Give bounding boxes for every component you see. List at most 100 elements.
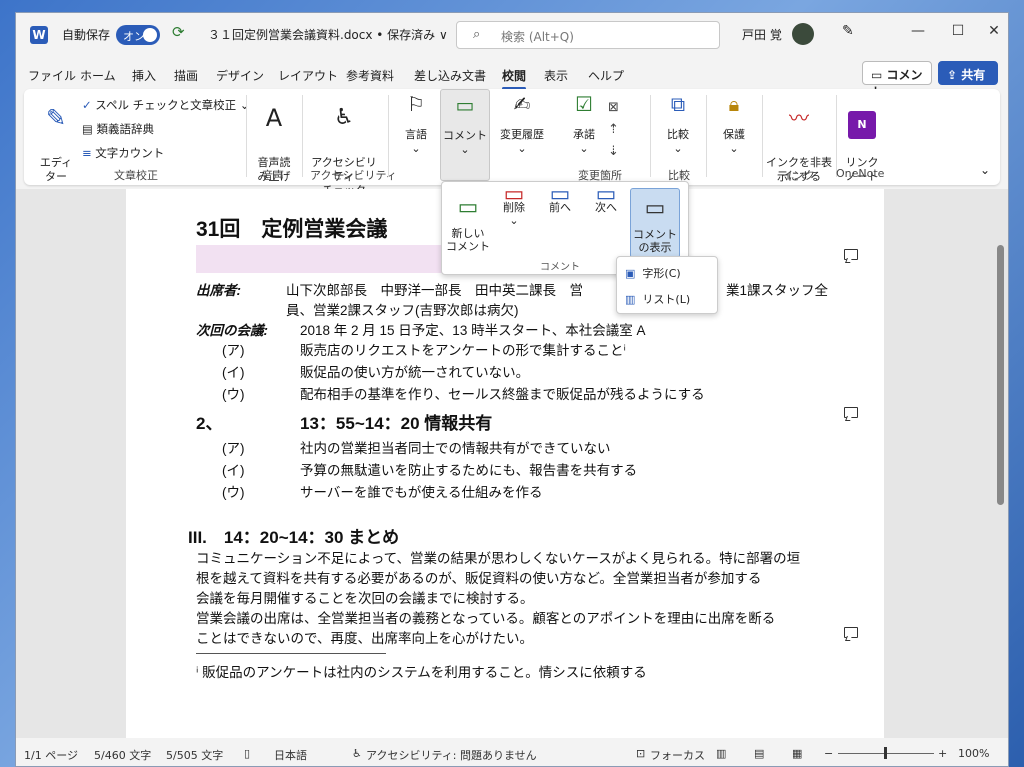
chevron-down-icon: ⌄: [239, 98, 250, 112]
zoom-in-icon[interactable]: +: [938, 747, 947, 760]
delete-comment-icon: ▭: [503, 182, 525, 207]
zoom-slider-thumb[interactable]: [884, 747, 887, 759]
comment-icon: ▭: [455, 93, 475, 117]
track-changes-button[interactable]: ✍ 変更履歴 ⌄: [496, 94, 548, 156]
document-title[interactable]: ３１回定例営業会議資料.docx • 保存済み ∨: [208, 26, 448, 43]
zoom-out-icon[interactable]: −: [824, 747, 833, 760]
read-mode-icon[interactable]: ▥: [716, 747, 726, 760]
language-button[interactable]: ⚐ 言語 ⌄: [396, 94, 436, 156]
tab-file[interactable]: ファイル: [28, 67, 76, 84]
attendees-line2: 員、営業2課スタッフ(吉野次郎は病欠): [286, 303, 519, 318]
list-option[interactable]: ▥ リスト(L): [625, 291, 690, 307]
comments-button[interactable]: ▭ コメント: [862, 61, 932, 99]
new-comment-label: 新しい コメント: [446, 227, 490, 253]
onenote-icon: N: [848, 111, 876, 139]
comment-highlight: [196, 245, 456, 273]
comment-marker-icon[interactable]: [844, 627, 858, 638]
previous-comment-button[interactable]: ▭ 前へ: [538, 182, 582, 215]
next-meeting-label: 次回の会議:: [196, 323, 268, 338]
zoom-level[interactable]: 100%: [958, 747, 989, 760]
word-count-button[interactable]: ≡ 文字カウント: [82, 145, 164, 161]
separator: [650, 95, 651, 177]
tab-references[interactable]: 参考資料: [346, 67, 394, 84]
list-marker: (イ): [222, 365, 245, 380]
new-comment-icon: ▭: [457, 195, 479, 220]
search-placeholder: 検索 (Alt+Q): [501, 30, 574, 44]
ribbon-collapse-icon[interactable]: ⌄: [980, 163, 990, 177]
search-box[interactable]: ⌕ 検索 (Alt+Q): [456, 21, 720, 49]
list-label: リスト(L): [642, 293, 691, 306]
accessibility-status[interactable]: アクセシビリティ: 問題ありません: [366, 747, 537, 763]
page-count[interactable]: 1/1 ページ: [24, 747, 78, 763]
thesaurus-label: 類義語辞典: [96, 122, 155, 136]
comment-marker-icon[interactable]: [844, 249, 858, 260]
list-marker: (ウ): [222, 485, 245, 500]
scrollbar-thumb[interactable]: [997, 245, 1004, 505]
autosave-toggle[interactable]: オン: [116, 25, 160, 45]
delete-comment-button[interactable]: ▭ 削除 ⌄: [492, 182, 536, 228]
word-count-1[interactable]: 5/460 文字: [94, 747, 151, 763]
menu-bar: ファイル ホーム 挿入 描画 デザイン レイアウト 参考資料 差し込み文書 校閲…: [16, 61, 1008, 90]
language-status[interactable]: 日本語: [274, 747, 307, 763]
paragraph-line: 会議を毎月開催することを次回の会議までに検討する。: [196, 591, 534, 606]
share-button[interactable]: ⇪ 共有: [938, 61, 998, 85]
web-layout-icon[interactable]: ▦: [792, 747, 802, 760]
contextual-option[interactable]: ▣ 字形(C): [625, 265, 681, 281]
list-item: 予算の無駄遣いを防止するためにも、報告書を共有する: [300, 463, 638, 478]
word-count-2[interactable]: 5/505 文字: [166, 747, 223, 763]
comment-button[interactable]: ▭ コメント ⌄: [440, 89, 490, 181]
maximize-icon[interactable]: ☐: [938, 23, 978, 47]
next-comment-button[interactable]: ▭ 次へ: [584, 184, 628, 215]
tab-view[interactable]: 表示: [544, 67, 568, 84]
new-comment-button[interactable]: ▭ 新しい コメント: [446, 188, 490, 254]
delete-comment-label: 削除: [503, 201, 525, 214]
chevron-down-icon: ⌄: [673, 142, 683, 155]
tab-design[interactable]: デザイン: [216, 67, 264, 84]
designer-icon[interactable]: ✎: [842, 23, 854, 39]
group-onenote-label: OneNote: [836, 167, 885, 180]
print-layout-icon[interactable]: ▤: [754, 747, 764, 760]
ink-icon: 〰: [789, 106, 809, 130]
show-comments-button[interactable]: ▭ コメント の表示: [630, 188, 680, 258]
spell-check-button[interactable]: ✓ スペル チェックと文章校正 ⌄: [82, 97, 249, 113]
autosave-state: オン: [123, 30, 145, 43]
accessibility-status-icon: ♿: [352, 747, 362, 760]
user-name[interactable]: 戸田 覚: [742, 26, 782, 43]
thesaurus-button[interactable]: ▤ 類義語辞典: [82, 121, 154, 137]
lock-icon: 🔒︎: [728, 92, 740, 116]
save-icon[interactable]: ⟳: [172, 23, 185, 41]
minimize-icon[interactable]: —: [898, 23, 938, 47]
tab-draw[interactable]: 描画: [174, 67, 198, 84]
proofing-icon[interactable]: ▯: [244, 747, 250, 760]
tab-review[interactable]: 校閲: [502, 67, 527, 90]
vertical-scrollbar[interactable]: [994, 189, 1006, 738]
avatar[interactable]: [792, 23, 814, 45]
chevron-down-icon: ⌄: [411, 142, 421, 155]
editor-label: エディ ター: [39, 156, 73, 183]
accept-button[interactable]: ☑ 承諾 ⌄: [564, 94, 604, 156]
tab-home[interactable]: ホーム: [80, 67, 116, 84]
paragraph-line: ことはできないので、再度、出席率向上を心がけたい。: [196, 631, 533, 646]
spell-label: スペル チェックと文章校正: [95, 98, 237, 112]
editor-button[interactable]: ✎ エディ ター: [34, 97, 78, 184]
list-item: サーバーを誰でもが使える仕組みを作る: [300, 485, 543, 500]
compare-button[interactable]: ⧉ 比較 ⌄: [656, 94, 700, 156]
word-window: W 自動保存 オン ⟳ ３１回定例営業会議資料.docx • 保存済み ∨ ⌕ …: [15, 12, 1009, 767]
tab-insert[interactable]: 挿入: [132, 67, 156, 84]
separator: [388, 95, 389, 177]
protect-button[interactable]: 🔒︎ 保護 ⌄: [712, 92, 756, 156]
tab-layout[interactable]: レイアウト: [278, 67, 338, 84]
section3-title: III. 14：20~14：30 まとめ: [188, 528, 400, 547]
previous-comment-label: 前へ: [549, 201, 571, 214]
accept-label: 承諾: [573, 128, 595, 141]
comments-button-icon: ▭: [871, 68, 887, 82]
paragraph-line: 営業会議の出席は、全営業担当者の義務となっている。顧客とのアポイントを理由に出席…: [196, 611, 776, 626]
close-icon[interactable]: ✕: [974, 23, 1008, 47]
previous-comment-icon: ▭: [549, 182, 571, 207]
group-accessibility-label: アクセシビリティ: [310, 169, 397, 182]
focus-mode[interactable]: フォーカス: [650, 747, 705, 763]
comment-marker-icon[interactable]: [844, 407, 858, 418]
change-nav-icons[interactable]: ⊠ ⇡ ⇣: [608, 97, 619, 163]
tab-mailings[interactable]: 差し込み文書: [414, 67, 486, 84]
tab-help[interactable]: ヘルプ: [588, 67, 624, 84]
